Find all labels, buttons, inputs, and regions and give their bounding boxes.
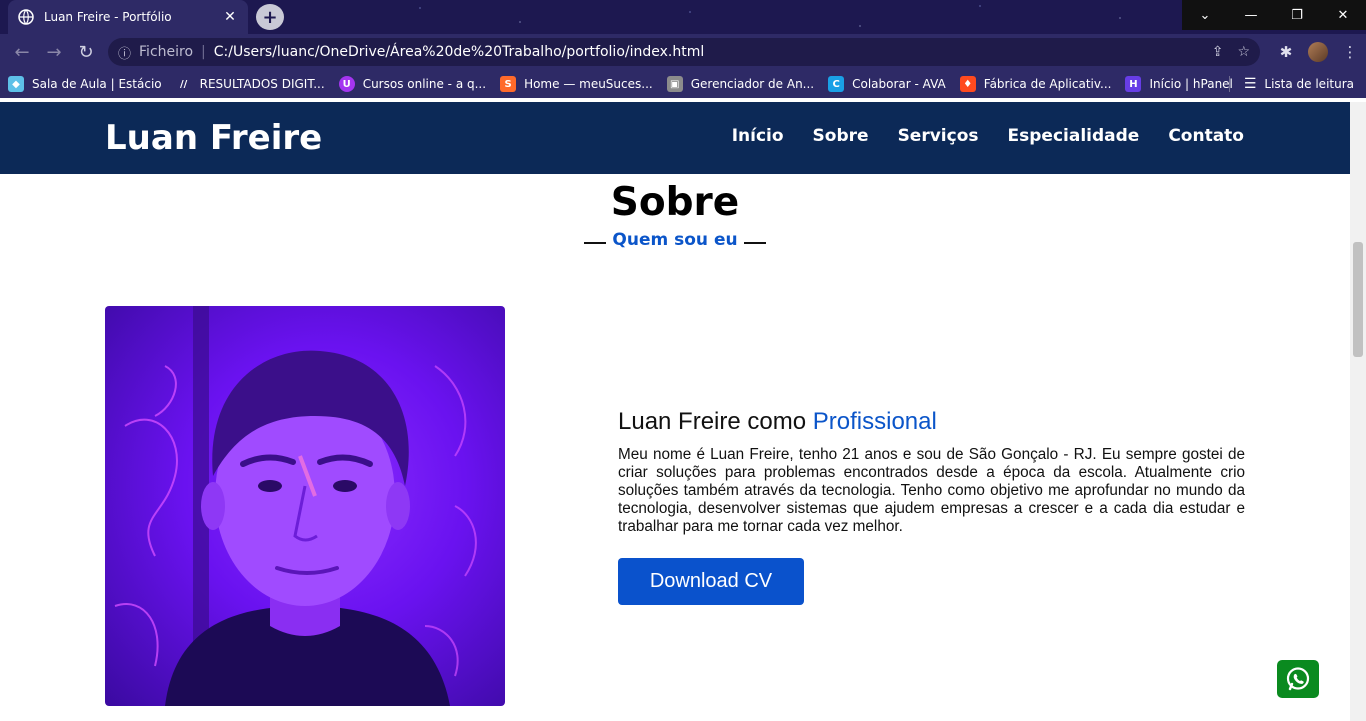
bookmark-item[interactable]: ▣ Gerenciador de An... <box>666 76 815 92</box>
image-icon: ▣ <box>666 76 683 92</box>
udemy-icon: U <box>338 76 355 92</box>
toolbar-right: ✱ ⋮ <box>1270 34 1366 70</box>
reading-list-label: Lista de leitura <box>1264 77 1354 91</box>
extensions-icon[interactable]: ✱ <box>1270 36 1302 68</box>
bookmark-label: Gerenciador de An... <box>690 77 815 91</box>
reload-icon[interactable]: ↻ <box>70 36 102 68</box>
bookmark-item[interactable]: U Cursos online - a q... <box>338 76 487 92</box>
profile-photo <box>105 306 505 706</box>
page-scrollbar[interactable] <box>1350 102 1366 721</box>
address-bar[interactable]: ⓘ Ficheiro | C:/Users/luanc/OneDrive/Áre… <box>108 38 1260 66</box>
h-logo-icon: H <box>1125 76 1142 92</box>
about-heading-accent: Profissional <box>812 408 937 435</box>
flame-icon: ♦ <box>959 76 976 92</box>
reading-list[interactable]: ☰ Lista de leitura <box>1228 70 1354 98</box>
forward-icon[interactable]: → <box>38 36 70 68</box>
browser-tab-strip: Luan Freire - Portfólio ✕ + ⌄ — ❐ ✕ <box>0 0 1366 34</box>
new-tab-button[interactable]: + <box>256 4 284 30</box>
subtitle-line-left <box>584 242 607 244</box>
bookmark-item[interactable]: ♦ Fábrica de Aplicativ... <box>959 76 1112 92</box>
bookmark-star-icon[interactable]: ☆ <box>1237 44 1250 60</box>
restore-icon[interactable]: ❐ <box>1274 0 1320 30</box>
about-paragraph: Meu nome é Luan Freire, tenho 21 anos e … <box>618 446 1245 535</box>
tab-search-icon[interactable]: ⌄ <box>1182 0 1228 30</box>
close-tab-icon[interactable]: ✕ <box>222 9 238 25</box>
profile-avatar[interactable] <box>1308 42 1328 62</box>
bookmark-item[interactable]: H Início | hPanel <box>1125 76 1233 92</box>
close-window-icon[interactable]: ✕ <box>1320 0 1366 30</box>
bookmark-label: Sala de Aula | Estácio <box>32 77 162 91</box>
menu-dots-icon[interactable]: ⋮ <box>1334 36 1366 68</box>
address-scheme-label: Ficheiro <box>139 44 194 60</box>
back-icon[interactable]: ← <box>6 36 38 68</box>
bookmark-label: Início | hPanel <box>1149 77 1233 91</box>
menu-item-especialidade[interactable]: Especialidade <box>1008 126 1140 146</box>
share-icon[interactable]: ⇪ <box>1212 44 1224 60</box>
window-controls: ⌄ — ❐ ✕ <box>1182 0 1366 30</box>
menu-item-inicio[interactable]: Início <box>732 126 784 146</box>
subtitle-line-right <box>743 242 766 244</box>
minimize-icon[interactable]: — <box>1228 0 1274 30</box>
bookmark-item[interactable]: C Colaborar - AVA <box>828 76 946 92</box>
section-title: Sobre <box>610 180 740 225</box>
bookmark-label: RESULTADOS DIGIT... <box>199 77 325 91</box>
slashes-icon: // <box>179 78 188 90</box>
info-icon[interactable]: ⓘ <box>118 43 131 62</box>
section-subtitle: Quem sou eu <box>0 230 1350 250</box>
download-cv-button[interactable]: Download CV <box>618 558 804 605</box>
whatsapp-button[interactable] <box>1277 660 1319 698</box>
menu-item-sobre[interactable]: Sobre <box>813 126 869 146</box>
site-header: Luan Freire Início Sobre Serviços Especi… <box>0 102 1350 174</box>
site-brand[interactable]: Luan Freire <box>105 118 322 158</box>
address-separator: | <box>201 44 206 60</box>
browser-toolbar: ← → ↻ ⓘ Ficheiro | C:/Users/luanc/OneDri… <box>0 34 1366 70</box>
tab-title: Luan Freire - Portfólio <box>44 10 172 24</box>
menu-item-servicos[interactable]: Serviços <box>898 126 979 146</box>
diamond-icon: ◆ <box>8 76 24 92</box>
bookmark-label: Cursos online - a q... <box>362 77 487 91</box>
bookmarks-bar: ◆ Sala de Aula | Estácio // RESULTADOS DIGI… <box>0 70 1366 98</box>
address-url[interactable]: C:/Users/luanc/OneDrive/Área%20de%20Trab… <box>214 44 1198 60</box>
bookmark-label: Home — meuSuces... <box>524 77 653 91</box>
site-menu: Início Sobre Serviços Especialidade Cont… <box>732 126 1244 146</box>
bookmark-label: Colaborar - AVA <box>852 77 946 91</box>
about-heading-main: Luan Freire como <box>618 408 813 435</box>
about-content: Luan Freire como Profissional Meu nome é… <box>618 408 1245 605</box>
browser-tab-active[interactable]: Luan Freire - Portfólio ✕ <box>8 0 248 34</box>
bookmark-item[interactable]: S Home — meuSuces... <box>500 76 653 92</box>
subtitle-text: Quem sou eu <box>612 230 738 250</box>
globe-icon <box>18 9 34 25</box>
bookmark-item[interactable]: ◆ Sala de Aula | Estácio <box>8 76 162 92</box>
about-heading: Luan Freire como Profissional <box>618 408 1245 436</box>
c-logo-icon: C <box>828 76 845 92</box>
page-viewport: Luan Freire Início Sobre Serviços Especi… <box>0 102 1350 721</box>
whatsapp-icon <box>1286 667 1310 691</box>
s-logo-icon: S <box>500 76 517 92</box>
reading-list-icon: ☰ <box>1243 76 1257 92</box>
bookmark-label: Fábrica de Aplicativ... <box>983 77 1112 91</box>
scrollbar-thumb[interactable] <box>1353 242 1363 357</box>
bookmarks-divider <box>1228 76 1230 92</box>
bookmark-item[interactable]: // RESULTADOS DIGIT... <box>176 76 325 92</box>
menu-item-contato[interactable]: Contato <box>1168 126 1244 146</box>
